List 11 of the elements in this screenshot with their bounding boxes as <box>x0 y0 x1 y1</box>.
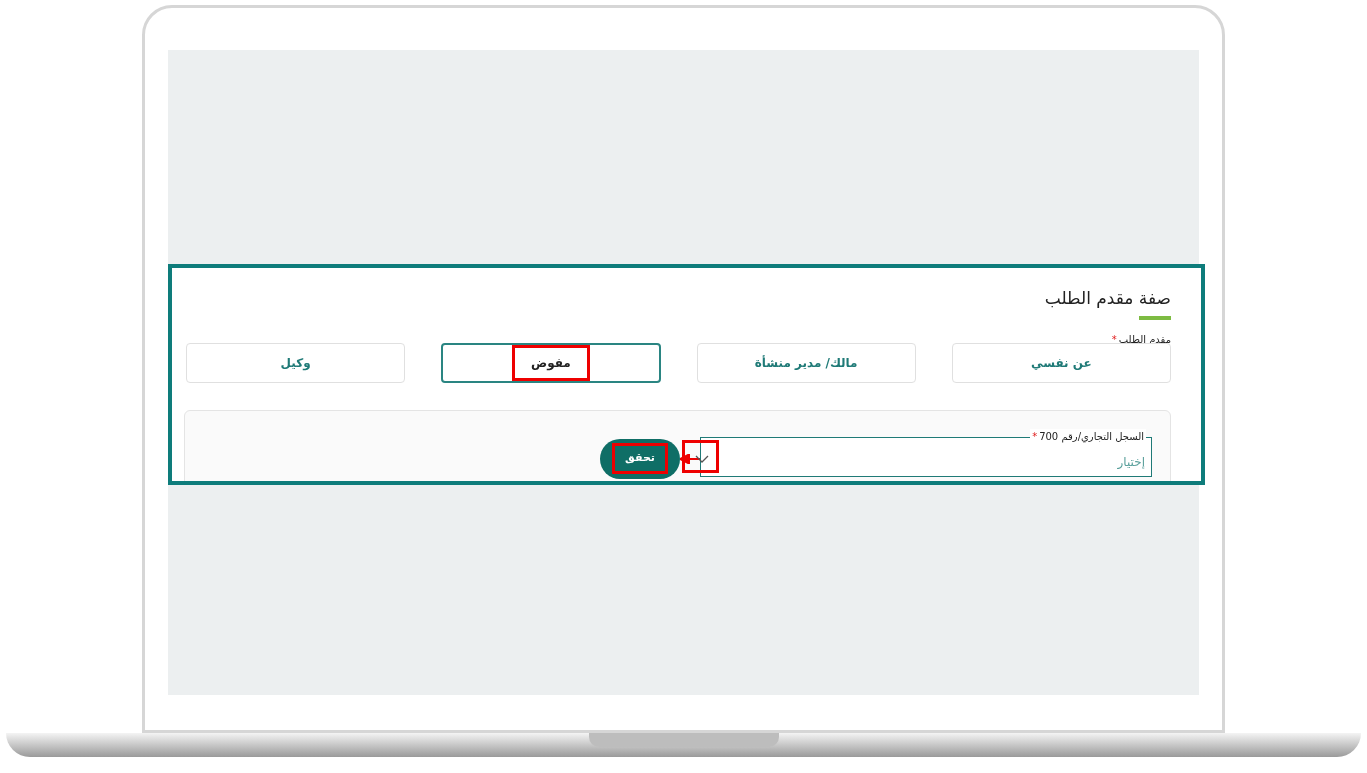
applicant-option[interactable]: عن نفسي <box>951 342 1171 383</box>
option-label: وكيل <box>279 354 312 373</box>
applicant-option[interactable]: مالك/ مدير منشأة <box>696 342 916 383</box>
section-title: صفة مقدم الطلب <box>1044 287 1171 310</box>
verify-button[interactable]: تحقق <box>600 438 680 479</box>
applicant-option[interactable]: وكيل <box>186 342 406 383</box>
verify-label: تحقق <box>612 443 668 474</box>
option-label: مالك/ مدير منشأة <box>753 354 859 372</box>
highlighted-option-label: مفوض <box>512 344 590 381</box>
applicant-option[interactable]: مفوض <box>441 342 661 383</box>
option-label: عن نفسي <box>1030 354 1093 372</box>
